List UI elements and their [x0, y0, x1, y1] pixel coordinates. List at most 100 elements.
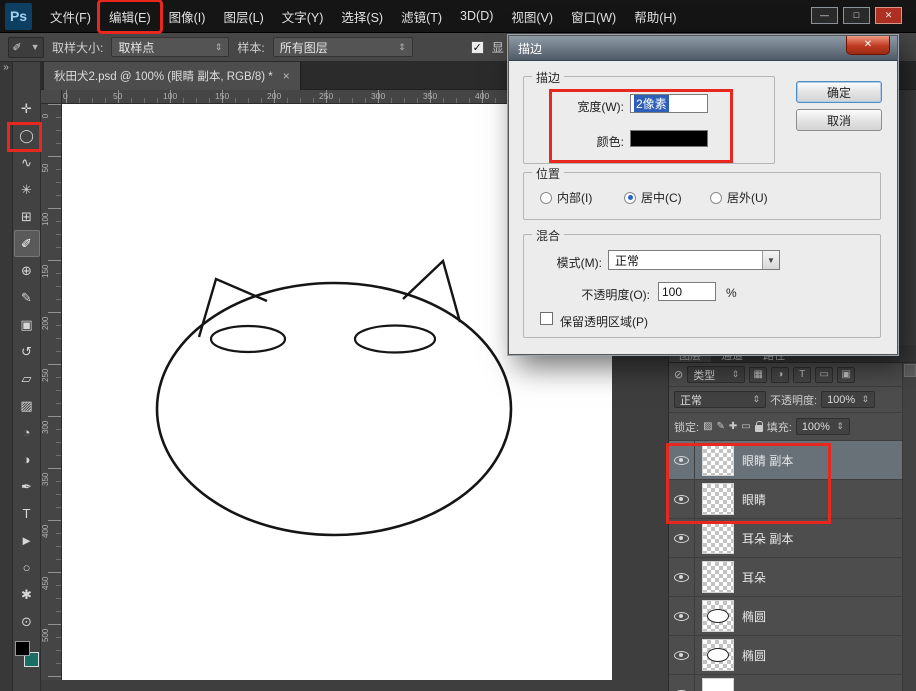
- blur-tool[interactable]: ◔: [14, 419, 40, 446]
- menu-view[interactable]: 视图(V): [502, 2, 562, 31]
- filter-smart-objects-icon[interactable]: ▣: [837, 367, 855, 383]
- close-button[interactable]: ✕: [875, 7, 902, 24]
- menu-help[interactable]: 帮助(H): [625, 2, 685, 31]
- layer-thumbnail[interactable]: [702, 678, 734, 691]
- sample-size-label: 取样大小:: [52, 39, 103, 56]
- eyedropper-tool[interactable]: ✐: [14, 230, 40, 257]
- radio-option-outside[interactable]: 居外(U): [710, 189, 768, 206]
- menu-type[interactable]: 文字(Y): [273, 2, 333, 31]
- path-selection-tool[interactable]: ►: [14, 527, 40, 554]
- sample-size-dropdown[interactable]: 取样点 ⇕: [111, 37, 229, 57]
- layer-row-ellipse-2[interactable]: 椭圆: [669, 636, 903, 675]
- stroke-width-input[interactable]: 2像素: [630, 94, 708, 113]
- lock-pixels-icon[interactable]: ✎: [717, 421, 725, 432]
- panel-collapse-strip[interactable]: »: [0, 62, 13, 691]
- quick-selection-tool[interactable]: ✳: [14, 176, 40, 203]
- ellipse-shape-tool[interactable]: ○: [14, 554, 40, 581]
- collapse-panels-icon[interactable]: »: [3, 62, 9, 73]
- lock-artboard-icon[interactable]: ▭: [741, 421, 750, 432]
- visibility-toggle[interactable]: [669, 636, 695, 675]
- stroke-color-swatch[interactable]: [630, 130, 708, 147]
- filter-shape-layers-icon[interactable]: ▭: [815, 367, 833, 383]
- history-brush-tool[interactable]: ↺: [14, 338, 40, 365]
- healing-brush-tool[interactable]: ⊕: [14, 257, 40, 284]
- brush-tool[interactable]: ✎: [14, 284, 40, 311]
- crop-tool[interactable]: ⊞: [14, 203, 40, 230]
- layer-thumbnail[interactable]: [702, 561, 734, 593]
- mode-dropdown[interactable]: 正常 ▼: [608, 250, 780, 270]
- menu-edit[interactable]: 编辑(E): [100, 2, 160, 31]
- filter-type-layers-icon[interactable]: T: [793, 367, 811, 383]
- menu-select[interactable]: 选择(S): [332, 2, 392, 31]
- menu-file[interactable]: 文件(F): [41, 2, 100, 31]
- layer-row-partial[interactable]: [669, 675, 903, 691]
- type-tool[interactable]: T: [14, 500, 40, 527]
- radio-icon-selected[interactable]: [624, 192, 636, 204]
- clone-stamp-tool[interactable]: ▣: [14, 311, 40, 338]
- filter-adjustment-layers-icon[interactable]: ◑: [771, 367, 789, 383]
- layer-thumbnail[interactable]: [702, 444, 734, 476]
- menu-layer[interactable]: 图层(L): [214, 2, 272, 31]
- sample-dropdown[interactable]: 所有图层 ⇕: [273, 37, 413, 57]
- menu-image[interactable]: 图像(I): [160, 2, 215, 31]
- pen-tool[interactable]: ✒: [14, 473, 40, 500]
- lock-position-icon[interactable]: ✚: [729, 421, 737, 432]
- layer-row-ears-copy[interactable]: 耳朵 副本: [669, 519, 903, 558]
- preserve-transparency-checkbox[interactable]: [540, 312, 553, 325]
- visibility-toggle[interactable]: [669, 558, 695, 597]
- cancel-button[interactable]: 取消: [796, 109, 882, 131]
- radio-icon[interactable]: [710, 192, 722, 204]
- layer-thumbnail[interactable]: [702, 522, 734, 554]
- menu-3d[interactable]: 3D(D): [451, 4, 502, 28]
- layer-thumbnail[interactable]: [702, 639, 734, 671]
- document-tab[interactable]: 秋田犬2.psd @ 100% (眼睛 副本, RGB/8) * ×: [44, 62, 301, 90]
- opacity-input[interactable]: 100: [658, 282, 716, 301]
- eraser-tool[interactable]: ▱: [14, 365, 40, 392]
- layer-row-eyes-copy[interactable]: 眼睛 副本: [669, 441, 903, 480]
- lock-transparency-icon[interactable]: ▨: [703, 421, 712, 432]
- opacity-dropdown[interactable]: 100% ⇕: [821, 391, 875, 408]
- dialog-close-button[interactable]: ✕: [846, 36, 890, 55]
- spin-arrows-icon: ⇕: [752, 394, 760, 405]
- layer-thumbnail[interactable]: [702, 600, 734, 632]
- lasso-tool[interactable]: ∿: [14, 149, 40, 176]
- layer-row-eyes[interactable]: 眼睛: [669, 480, 903, 519]
- scrollbar-handle[interactable]: [904, 364, 916, 377]
- foreground-color-swatch[interactable]: [15, 641, 30, 656]
- elliptical-marquee-tool[interactable]: ◯: [14, 122, 40, 149]
- opacity-label: 不透明度(O):: [538, 286, 650, 303]
- filter-type-dropdown[interactable]: 类型 ⇕: [687, 366, 745, 383]
- current-tool-well[interactable]: ✐ ▼: [8, 37, 44, 58]
- layer-row-ears[interactable]: 耳朵: [669, 558, 903, 597]
- visibility-toggle[interactable]: [669, 675, 695, 691]
- visibility-toggle[interactable]: [669, 441, 695, 480]
- show-checkbox[interactable]: ✓: [471, 41, 484, 54]
- visibility-toggle[interactable]: [669, 519, 695, 558]
- tab-close-icon[interactable]: ×: [283, 69, 290, 83]
- dropdown-arrow-icon[interactable]: ▼: [762, 251, 779, 269]
- blend-mode-dropdown[interactable]: 正常 ⇕: [674, 391, 766, 408]
- menu-filter[interactable]: 滤镜(T): [392, 2, 451, 31]
- filter-pixel-layers-icon[interactable]: ▦: [749, 367, 767, 383]
- radio-icon[interactable]: [540, 192, 552, 204]
- radio-option-center[interactable]: 居中(C): [624, 189, 682, 206]
- dialog-titlebar[interactable]: 描边: [509, 36, 897, 61]
- move-tool[interactable]: ✛: [14, 95, 40, 122]
- menu-window[interactable]: 窗口(W): [562, 2, 625, 31]
- opacity-label: 不透明度:: [770, 392, 817, 408]
- visibility-toggle[interactable]: [669, 597, 695, 636]
- radio-option-inside[interactable]: 内部(I): [540, 189, 592, 206]
- minimize-button[interactable]: —: [811, 7, 838, 24]
- lock-all-icon[interactable]: [755, 425, 763, 432]
- maximize-button[interactable]: □: [843, 7, 870, 24]
- panel-scrollbar[interactable]: [902, 363, 916, 691]
- layer-row-ellipse-1[interactable]: 椭圆: [669, 597, 903, 636]
- zoom-tool[interactable]: ⊙: [14, 608, 40, 635]
- layer-thumbnail[interactable]: [702, 483, 734, 515]
- dodge-tool[interactable]: ◑: [14, 446, 40, 473]
- hand-tool[interactable]: ✱: [14, 581, 40, 608]
- gradient-tool[interactable]: ▨: [14, 392, 40, 419]
- fill-dropdown[interactable]: 100% ⇕: [796, 418, 850, 435]
- visibility-toggle[interactable]: [669, 480, 695, 519]
- ok-button[interactable]: 确定: [796, 81, 882, 103]
